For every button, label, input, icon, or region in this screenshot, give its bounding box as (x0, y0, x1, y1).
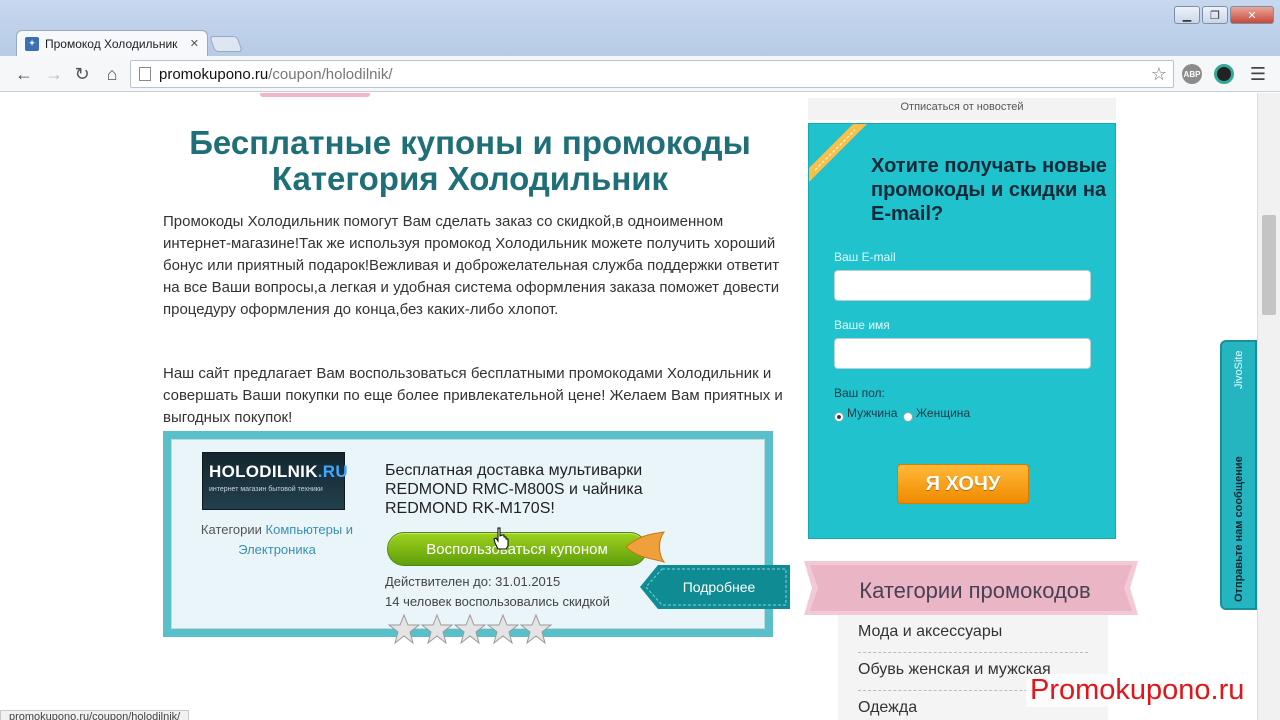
list-item[interactable]: Мода и аксессуары (858, 615, 1088, 653)
male-label: Мужчина (847, 406, 898, 420)
offer-paragraph: Наш сайт предлагает Вам воспользоваться … (163, 365, 783, 426)
close-tab-icon[interactable]: ✕ (190, 37, 199, 50)
store-logo-name: HOLODILNIK.RU (209, 462, 348, 481)
rating-star-icon[interactable] (388, 614, 420, 644)
categories-title: Категории промокодов (859, 578, 1091, 603)
category-prefix: Категории (200, 522, 262, 537)
chat-brand: JivoSite (1233, 350, 1245, 389)
use-coupon-button[interactable]: Воспользоваться купоном (387, 532, 647, 566)
rating-star-icon[interactable] (520, 614, 552, 644)
unsubscribe-link[interactable]: Отписаться от новостей (808, 98, 1116, 120)
color-extension-icon[interactable] (1214, 64, 1234, 84)
gender-male-option[interactable]: Мужчина (834, 404, 897, 422)
coupon-category: Категории Компьютеры и Электроника (190, 520, 364, 560)
name-label: Ваше имя (834, 318, 890, 332)
rating-star-icon[interactable] (421, 614, 453, 644)
chrome-menu-icon[interactable]: ☰ (1250, 64, 1266, 85)
page-title: Бесплатные купоны и промокоды Категория … (150, 125, 790, 197)
browser-toolbar: ← → ↻ ⌂ promokupono.ru /coupon/holodilni… (0, 56, 1280, 92)
female-radio[interactable] (903, 412, 913, 422)
female-label: Женщина (916, 406, 971, 420)
minimize-icon[interactable]: ▁ (1174, 6, 1200, 24)
new-tab-button[interactable] (209, 36, 243, 52)
subscribe-submit-button[interactable]: Я ХОЧУ (897, 464, 1029, 504)
rating-star-icon[interactable] (487, 614, 519, 644)
forward-arrow-icon[interactable]: → (42, 62, 66, 86)
watermark: Promokupono.ru (1026, 674, 1249, 707)
rating-star-icon[interactable] (454, 614, 486, 644)
email-label: Ваш E-mail (834, 250, 896, 264)
corner-ribbon-icon (809, 124, 867, 182)
more-details-button[interactable]: Подробнее (640, 565, 794, 609)
chat-widget-text: Отправьте нам сообщение JivoSite (1224, 350, 1254, 602)
page-icon (139, 67, 151, 81)
gender-female-option[interactable]: Женщина (903, 404, 970, 422)
page-title-line1: Бесплатные купоны и промокоды (189, 124, 751, 161)
status-bar-url: promokupono.ru/coupon/holodilnik/ (0, 710, 190, 720)
email-field[interactable] (834, 270, 1091, 301)
url-host: promokupono.ru (159, 65, 269, 83)
subscribe-heading: Хотите получать новые промокоды и скидки… (871, 155, 1107, 225)
tab-title: Промокод Холодильник (45, 36, 178, 51)
reload-icon[interactable]: ↻ (70, 62, 94, 86)
scrollbar-thumb[interactable] (1262, 215, 1276, 315)
coupon-title: Бесплатная доставка мультиварки REDMOND … (385, 462, 643, 517)
browser-titlebar: ✦ Промокод Холодильник ✕ ▁ ❐ ✕ (0, 0, 1280, 56)
intro-paragraph: Промокоды Холодильник помогут Вам сделат… (163, 213, 780, 318)
restore-icon[interactable]: ❐ (1202, 6, 1228, 24)
gender-label: Ваш пол: (834, 386, 885, 400)
store-logo-subtitle: интернет магазин бытовой техники (209, 486, 323, 493)
chat-widget[interactable]: Отправьте нам сообщение JivoSite (1220, 340, 1257, 610)
url-path: /coupon/holodilnik/ (268, 65, 393, 83)
window-controls: ▁ ❐ ✕ (1174, 6, 1274, 24)
coupon-expiry: Действителен до: 31.01.2015 (385, 574, 561, 589)
store-logo[interactable]: HOLODILNIK.RU интернет магазин бытовой т… (202, 452, 348, 510)
site-favicon-icon: ✦ (25, 36, 39, 51)
hand-cursor-icon (493, 527, 509, 550)
coupon-usage-count: 14 человек воспользовались скидкой (385, 594, 610, 609)
decorative-ribbon (260, 93, 370, 97)
vertical-scrollbar[interactable] (1257, 93, 1280, 720)
page-viewport: Бесплатные купоны и промокоды Категория … (0, 93, 1257, 720)
home-icon[interactable]: ⌂ (100, 62, 124, 86)
name-field[interactable] (834, 338, 1091, 369)
back-arrow-icon[interactable]: ← (12, 62, 36, 86)
adblock-extension-icon[interactable]: ABP (1182, 64, 1202, 84)
male-radio[interactable] (834, 412, 844, 422)
page-title-line2: Категория Холодильник (271, 160, 669, 197)
bookmark-star-icon[interactable]: ☆ (1151, 64, 1167, 85)
rating-stars[interactable] (388, 614, 552, 644)
subscribe-box: Хотите получать новые промокоды и скидки… (808, 123, 1116, 539)
chat-label: Отправьте нам сообщение (1233, 456, 1245, 602)
close-window-icon[interactable]: ✕ (1230, 6, 1274, 24)
browser-tab[interactable]: ✦ Промокод Холодильник ✕ (16, 30, 208, 56)
address-bar[interactable]: promokupono.ru /coupon/holodilnik/ ☆ (130, 60, 1174, 88)
arrow-decoration-icon (625, 531, 666, 563)
